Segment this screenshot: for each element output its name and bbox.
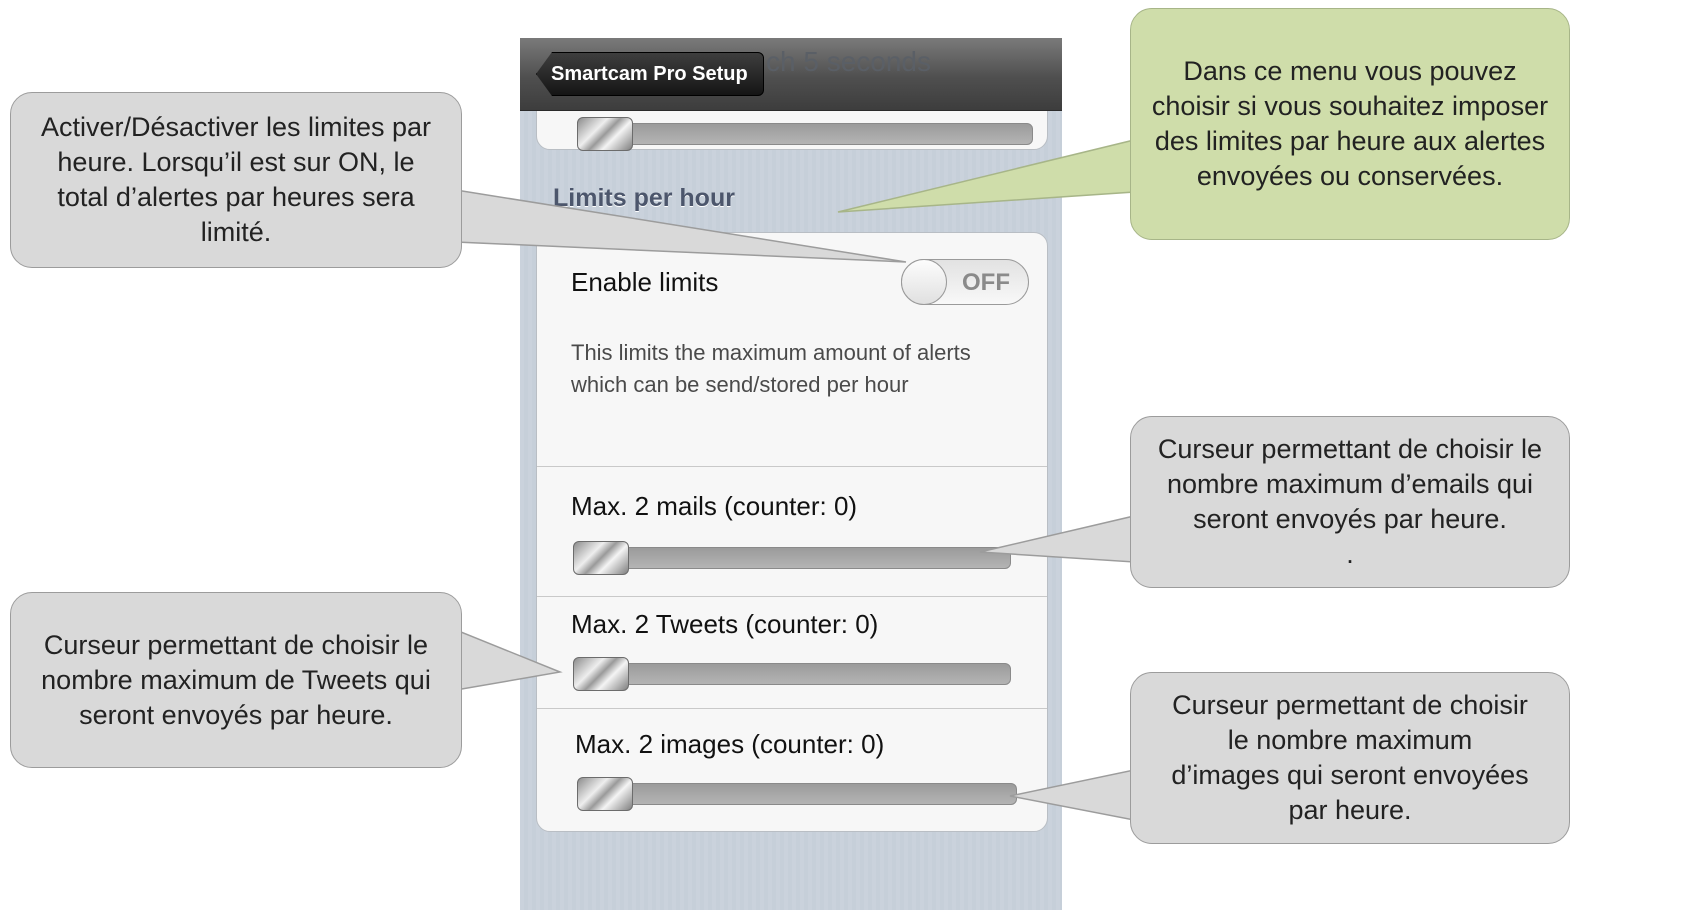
pointer-right-top	[837, 139, 1135, 213]
callout-menu-info-text: Dans ce menu vous pouvez choisir si vous…	[1151, 56, 1549, 191]
callout-mails-slider-text: Curseur permettant de choisir le nombre …	[1157, 434, 1543, 534]
callout-tweets-slider: Curseur permettant de choisir le nombre …	[10, 592, 462, 768]
callout-mails-slider-extra: .	[1346, 539, 1354, 569]
callout-enable-limits: Activer/Désactiver les limites par heure…	[10, 92, 462, 268]
callout-mails-slider: Curseur permettant de choisir le nombre …	[1130, 416, 1570, 588]
callout-enable-limits-text: Activer/Désactiver les limites par heure…	[40, 112, 432, 247]
pointer-right-mid	[979, 515, 1135, 563]
callout-images-slider-text: Curseur permettant de choisir le nombre …	[1171, 690, 1529, 825]
pointer-left-bottom	[455, 628, 563, 691]
callout-images-slider: Curseur permettant de choisir le nombre …	[1130, 672, 1570, 844]
pointer-right-bottom	[1009, 769, 1135, 821]
callout-tweets-slider-text: Curseur permettant de choisir le nombre …	[41, 629, 431, 730]
callout-menu-info: Dans ce menu vous pouvez choisir si vous…	[1130, 8, 1570, 240]
pointer-left-top	[455, 189, 907, 263]
